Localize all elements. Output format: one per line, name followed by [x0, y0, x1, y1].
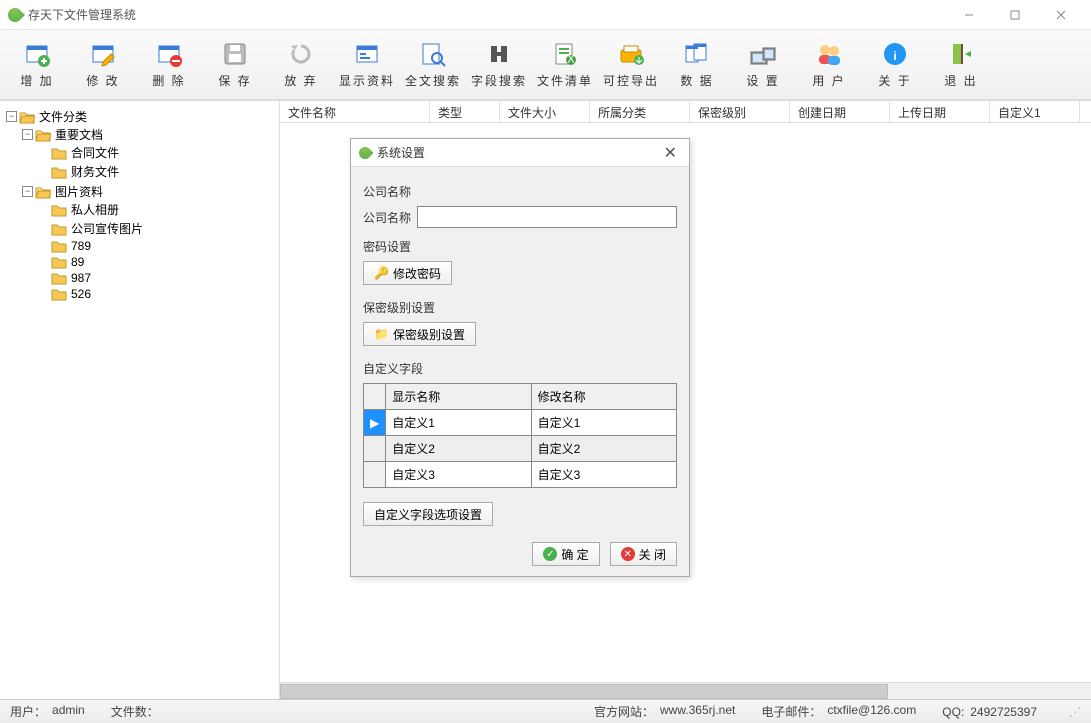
- dialog-titlebar[interactable]: 系统设置 ✕: [351, 139, 689, 167]
- data-icon: [683, 40, 711, 68]
- save-icon: [221, 40, 249, 68]
- close-button[interactable]: [1038, 1, 1083, 29]
- ok-button[interactable]: ✓ 确 定: [532, 542, 599, 566]
- grid-col-7[interactable]: 自定义1: [990, 101, 1080, 122]
- company-name-input[interactable]: [417, 206, 677, 228]
- toolbar-fulltext-button[interactable]: 全文搜索: [404, 35, 462, 95]
- toolbar-exit-button[interactable]: 退 出: [932, 35, 990, 95]
- category-tree[interactable]: −文件分类−重要文档合同文件财务文件 −图片资料私人相册公司宣传图片 789 89 98…: [4, 107, 275, 304]
- status-email-label: 电子邮件：: [761, 703, 821, 720]
- toolbar-field-button[interactable]: 字段搜索: [470, 35, 528, 95]
- status-filecount-label: 文件数：: [111, 703, 159, 720]
- dialog-leaf-icon: [357, 144, 374, 161]
- toolbar-export-button[interactable]: 可控导出: [602, 35, 660, 95]
- minimize-button[interactable]: [946, 1, 991, 29]
- tree-root[interactable]: −文件分类: [6, 108, 275, 125]
- grid-col-0[interactable]: 文件名称: [280, 101, 430, 122]
- custom-fields-table[interactable]: 显示名称 修改名称 ▶自定义1自定义1自定义2自定义2自定义3自定义3: [363, 383, 677, 488]
- toolbar-show-button[interactable]: 显示资料: [338, 35, 396, 95]
- about-icon: i: [881, 40, 909, 68]
- window-title: 存天下文件管理系统: [28, 6, 946, 23]
- tree-leaf[interactable]: 789: [38, 239, 275, 253]
- toolbar-settings-button[interactable]: 设 置: [734, 35, 792, 95]
- toolbar-filelist-button[interactable]: X文件清单: [536, 35, 594, 95]
- edit-icon: [89, 40, 117, 68]
- grid-col-4[interactable]: 保密级别: [690, 101, 790, 122]
- custom-field-row[interactable]: 自定义2自定义2: [364, 436, 677, 462]
- horizontal-scrollbar[interactable]: [280, 682, 1091, 699]
- export-icon: [617, 40, 645, 68]
- delete-icon: [155, 40, 183, 68]
- dialog-title: 系统设置: [377, 144, 660, 161]
- col-display-name: 显示名称: [386, 384, 531, 410]
- maximize-button[interactable]: [992, 1, 1037, 29]
- status-site-label: 官方网站：: [594, 703, 654, 720]
- resize-grip[interactable]: ⋰: [1069, 705, 1081, 719]
- section-password-title: 密码设置: [363, 238, 677, 255]
- grid-col-6[interactable]: 上传日期: [890, 101, 990, 122]
- custom-field-options-button[interactable]: 自定义字段选项设置: [363, 502, 493, 526]
- users-icon: [815, 40, 843, 68]
- toolbar-about-button[interactable]: i关 于: [866, 35, 924, 95]
- settings-icon: [749, 40, 777, 68]
- col-edit-name: 修改名称: [531, 384, 676, 410]
- tree-leaf[interactable]: 私人相册: [38, 201, 275, 218]
- category-tree-panel: −文件分类−重要文档合同文件财务文件 −图片资料私人相册公司宣传图片 789 89 98…: [0, 101, 280, 699]
- toolbar-delete-button[interactable]: 删 除: [140, 35, 198, 95]
- tree-leaf[interactable]: 89: [38, 255, 275, 269]
- grid-col-3[interactable]: 所属分类: [590, 101, 690, 122]
- tree-leaf[interactable]: 财务文件: [38, 163, 275, 180]
- grid-col-5[interactable]: 创建日期: [790, 101, 890, 122]
- status-user: admin: [52, 703, 85, 720]
- custom-field-row[interactable]: 自定义3自定义3: [364, 462, 677, 488]
- status-qq-label: QQ:: [942, 705, 964, 719]
- company-label: 公司名称: [363, 209, 411, 226]
- fulltext-icon: [419, 40, 447, 68]
- discard-icon: [287, 40, 315, 68]
- toolbar-add-button[interactable]: 增 加: [8, 35, 66, 95]
- custom-field-row[interactable]: ▶自定义1自定义1: [364, 410, 677, 436]
- grid-col-1[interactable]: 类型: [430, 101, 500, 122]
- status-email[interactable]: ctxfile@126.com: [827, 703, 916, 720]
- tree-leaf[interactable]: 987: [38, 271, 275, 285]
- folder-icon: 📁: [374, 327, 389, 341]
- window-titlebar: 存天下文件管理系统: [0, 0, 1091, 30]
- status-bar: 用户： admin 文件数： 官方网站： www.365rj.net 电子邮件： ct…: [0, 699, 1091, 723]
- section-custom-title: 自定义字段: [363, 360, 677, 377]
- exit-icon: [947, 40, 975, 68]
- app-leaf-icon: [5, 5, 25, 25]
- show-icon: [353, 40, 381, 68]
- secrecy-settings-button[interactable]: 📁 保密级别设置: [363, 322, 476, 346]
- status-user-label: 用户：: [10, 703, 46, 720]
- tree-node[interactable]: −重要文档: [22, 126, 275, 143]
- key-icon: 🔑: [374, 266, 389, 280]
- toolbar-data-button[interactable]: 数 据: [668, 35, 726, 95]
- add-icon: [23, 40, 51, 68]
- grid-col-2[interactable]: 文件大小: [500, 101, 590, 122]
- toolbar-users-button[interactable]: 用 户: [800, 35, 858, 95]
- tree-node[interactable]: −图片资料: [22, 183, 275, 200]
- tree-leaf[interactable]: 合同文件: [38, 144, 275, 161]
- field-icon: [485, 40, 513, 68]
- toolbar-edit-button[interactable]: 修 改: [74, 35, 132, 95]
- toolbar-discard-button[interactable]: 放 弃: [272, 35, 330, 95]
- settings-dialog: 系统设置 ✕ 公司名称 公司名称 密码设置 🔑 修改密码 保密级别设置 📁 保密…: [350, 138, 690, 577]
- dialog-close-icon[interactable]: ✕: [660, 143, 681, 163]
- tree-leaf[interactable]: 526: [38, 287, 275, 301]
- section-secrecy-title: 保密级别设置: [363, 299, 677, 316]
- svg-text:X: X: [567, 52, 575, 66]
- close-icon: ✕: [621, 547, 635, 561]
- filelist-icon: X: [551, 40, 579, 68]
- status-site[interactable]: www.365rj.net: [660, 703, 735, 720]
- main-toolbar: 增 加修 改删 除保 存放 弃显示资料全文搜索字段搜索X文件清单可控导出数 据设…: [0, 30, 1091, 100]
- check-icon: ✓: [543, 547, 557, 561]
- close-dialog-button[interactable]: ✕ 关 闭: [610, 542, 677, 566]
- svg-text:i: i: [893, 49, 896, 63]
- section-company-title: 公司名称: [363, 183, 677, 200]
- tree-leaf[interactable]: 公司宣传图片: [38, 220, 275, 237]
- change-password-button[interactable]: 🔑 修改密码: [363, 261, 452, 285]
- status-qq: 2492725397: [970, 705, 1037, 719]
- toolbar-save-button[interactable]: 保 存: [206, 35, 264, 95]
- file-grid-header: 文件名称类型文件大小所属分类保密级别创建日期上传日期自定义1: [280, 101, 1091, 123]
